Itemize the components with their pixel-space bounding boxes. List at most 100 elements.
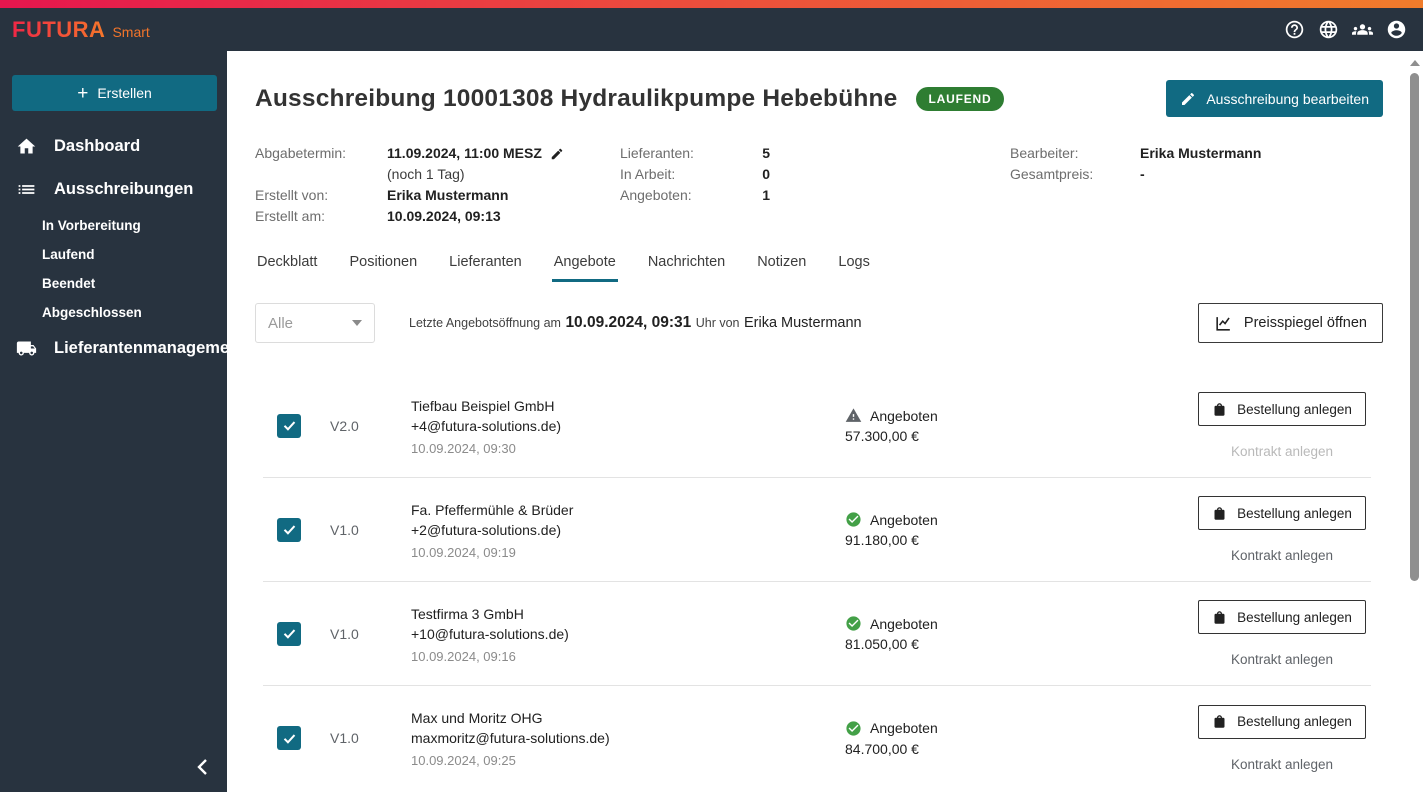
vertical-scrollbar[interactable] — [1407, 51, 1423, 792]
sidebar-item-ausschreibungen[interactable]: Ausschreibungen — [0, 168, 227, 211]
sidebar-subitem-in-vorbereitung[interactable]: In Vorbereitung — [0, 211, 227, 240]
offer-date: 10.09.2024, 09:19 — [411, 544, 516, 560]
offer-status-text: Angeboten — [870, 407, 938, 424]
logo-suffix-text: Smart — [112, 23, 150, 40]
supplier-name: Tiefbau Beispiel GmbH — [411, 397, 555, 414]
price-comparison-button-label: Preisspiegel öffnen — [1243, 315, 1367, 331]
truck-icon — [16, 341, 37, 356]
create-order-button[interactable]: Bestellung anlegen — [1198, 704, 1366, 739]
suppliers-count-label: Lieferanten: — [620, 145, 694, 161]
app-logo: FUTURA Smart — [12, 17, 150, 43]
sidebar-subitem-abgeschlossen[interactable]: Abgeschlossen — [0, 298, 227, 327]
offer-status-text: Angeboten — [870, 511, 938, 528]
offer-amount: 91.180,00 € — [845, 532, 919, 548]
shopping-bag-icon — [1214, 506, 1225, 520]
users-group-icon[interactable] — [1352, 19, 1373, 40]
create-order-button-label: Bestellung anlegen — [1237, 714, 1352, 729]
status-badge: LAUFEND — [915, 86, 1005, 111]
offer-version: V1.0 — [330, 521, 359, 538]
shopping-bag-icon — [1214, 402, 1225, 416]
language-globe-icon[interactable] — [1318, 19, 1339, 40]
supplier-email: +10@futura-solutions.de) — [411, 625, 569, 642]
shopping-bag-icon — [1214, 610, 1225, 624]
check-icon — [283, 525, 295, 535]
create-order-button-label: Bestellung anlegen — [1237, 609, 1352, 625]
help-icon[interactable] — [1284, 19, 1305, 40]
supplier-email: +4@futura-solutions.de) — [411, 417, 562, 434]
offer-checkbox[interactable] — [277, 726, 301, 750]
supplier-name: Max und Moritz OHG — [411, 710, 543, 726]
scroll-up-arrow-icon[interactable] — [1410, 60, 1420, 66]
editor-label: Bearbeiter: — [1010, 145, 1079, 161]
offer-date: 10.09.2024, 09:16 — [411, 648, 516, 664]
tab-positionen[interactable]: Positionen — [347, 254, 419, 282]
scrollbar-thumb[interactable] — [1410, 73, 1419, 581]
plus-icon: + — [77, 82, 89, 104]
offer-row: V1.0 Testfirma 3 GmbH +10@futura-solutio… — [263, 582, 1371, 686]
create-contract-link[interactable]: Kontrakt anlegen — [1231, 757, 1333, 772]
warning-icon — [845, 407, 862, 424]
supplier-email: +2@futura-solutions.de) — [411, 521, 562, 538]
account-icon[interactable] — [1386, 19, 1407, 40]
page-title: Ausschreibung 10001308 Hydraulikpumpe He… — [255, 84, 898, 112]
supplier-email: maxmoritz@futura-solutions.de) — [411, 730, 610, 746]
check-icon — [283, 421, 295, 431]
offer-checkbox[interactable] — [277, 517, 301, 542]
offer-status-text: Angeboten — [870, 720, 938, 736]
offers-list: V2.0 Tiefbau Beispiel GmbH +4@futura-sol… — [263, 374, 1371, 790]
tab-lieferanten[interactable]: Lieferanten — [447, 254, 524, 282]
deadline-value: 11.09.2024, 11:00 MESZ — [387, 145, 542, 161]
in-progress-label: In Arbeit: — [620, 166, 676, 182]
sidebar-subitem-laufend[interactable]: Laufend — [0, 240, 227, 269]
tab-logs[interactable]: Logs — [836, 254, 871, 282]
price-comparison-button[interactable]: Preisspiegel öffnen — [1197, 303, 1383, 343]
offer-version: V1.0 — [330, 730, 359, 746]
offers-filter-dropdown[interactable]: Alle — [255, 303, 375, 343]
offered-label: Angeboten: — [620, 187, 692, 203]
create-button-label: Erstellen — [97, 85, 152, 101]
edit-deadline-icon[interactable] — [550, 147, 564, 161]
create-button[interactable]: + Erstellen — [12, 75, 217, 111]
offer-version: V2.0 — [330, 417, 359, 434]
create-contract-link[interactable]: Kontrakt anlegen — [1231, 652, 1333, 667]
offer-date: 10.09.2024, 09:25 — [411, 753, 516, 768]
create-contract-link[interactable]: Kontrakt anlegen — [1231, 444, 1333, 459]
create-order-button-label: Bestellung anlegen — [1237, 505, 1352, 521]
last-opening-prefix: Letzte Angebotsöffnung am — [409, 316, 561, 330]
create-order-button[interactable]: Bestellung anlegen — [1198, 496, 1366, 530]
check-circle-icon — [845, 511, 862, 528]
sidebar-subitem-beendet[interactable]: Beendet — [0, 269, 227, 298]
check-icon — [283, 733, 295, 744]
tab-deckblatt[interactable]: Deckblatt — [255, 254, 319, 282]
tab-bar: Deckblatt Positionen Lieferanten Angebote Na… — [255, 254, 1383, 282]
total-price-value: - — [1140, 166, 1145, 182]
offered-value: 1 — [762, 187, 770, 203]
total-price-label: Gesamtpreis: — [1010, 166, 1094, 182]
sidebar-item-dashboard[interactable]: Dashboard — [0, 125, 227, 168]
check-icon — [283, 629, 295, 639]
offer-date: 10.09.2024, 09:30 — [411, 440, 516, 456]
create-order-button[interactable]: Bestellung anlegen — [1198, 600, 1366, 634]
offer-checkbox[interactable] — [277, 413, 301, 438]
pencil-icon — [1182, 92, 1195, 105]
create-contract-link[interactable]: Kontrakt anlegen — [1231, 548, 1333, 563]
last-opening-middle: Uhr von — [695, 316, 740, 330]
create-order-button[interactable]: Bestellung anlegen — [1198, 392, 1366, 426]
supplier-name: Fa. Pfeffermühle & Brüder — [411, 501, 574, 518]
offer-checkbox[interactable] — [277, 621, 301, 646]
tab-nachrichten[interactable]: Nachrichten — [646, 254, 727, 282]
edit-tender-button[interactable]: Ausschreibung bearbeiten — [1166, 80, 1383, 117]
sidebar-item-label: Dashboard — [54, 137, 141, 155]
created-by-label: Erstellt von: — [255, 187, 329, 203]
tab-angebote[interactable]: Angebote — [551, 254, 618, 282]
sidebar-item-lieferantenmanagement[interactable]: Lieferantenmanagement — [0, 327, 245, 370]
chart-icon — [1216, 316, 1230, 331]
list-icon — [18, 185, 35, 194]
tab-notizen[interactable]: Notizen — [755, 254, 808, 282]
chevron-down-icon — [352, 320, 362, 326]
offer-amount: 84.700,00 € — [845, 740, 919, 757]
sidebar-collapse-button[interactable] — [191, 755, 215, 782]
offer-amount: 57.300,00 € — [845, 428, 919, 444]
shopping-bag-icon — [1214, 715, 1225, 728]
last-opening-date: 10.09.2024, 09:31 — [565, 314, 692, 331]
